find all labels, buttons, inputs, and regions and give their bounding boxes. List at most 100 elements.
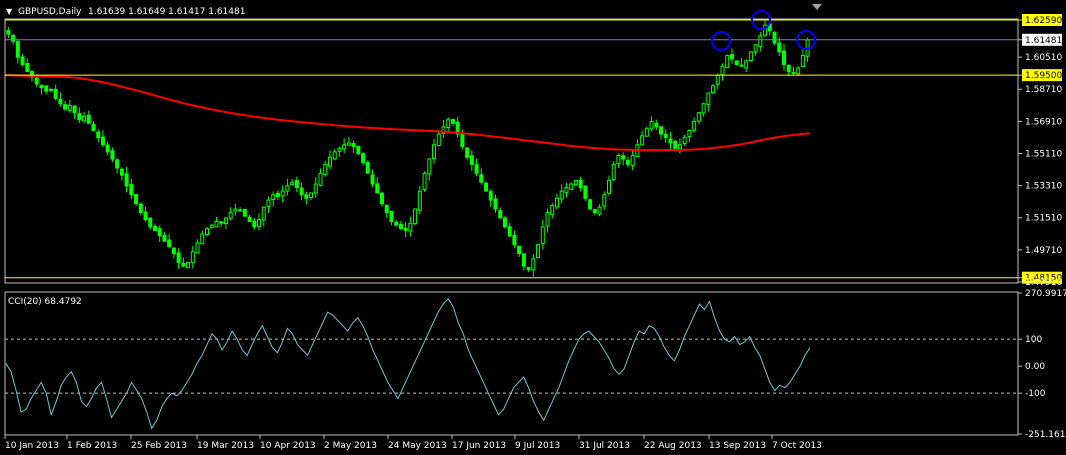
date-tick-label: 1 Feb 2013 <box>67 441 117 451</box>
candle-body <box>625 159 630 165</box>
candle-body <box>654 122 659 128</box>
candle-body <box>77 113 82 121</box>
candle-body <box>436 133 441 147</box>
candle-body <box>323 163 328 175</box>
date-tick-label: 19 Mar 2013 <box>197 441 254 451</box>
candle-body <box>275 192 280 198</box>
candle-body <box>517 245 522 255</box>
candle-body <box>696 112 701 122</box>
date-tick-label: 17 Jun 2013 <box>452 441 506 451</box>
candle-body <box>701 103 706 114</box>
candle-body <box>545 212 550 227</box>
ohlc-values: 1.61639 1.61649 1.61417 1.61481 <box>88 7 245 17</box>
cci-pane-frame <box>4 291 1019 436</box>
candle-body <box>346 142 351 146</box>
candle-body <box>309 192 314 199</box>
candle-body <box>465 147 470 158</box>
candle-body <box>327 156 332 167</box>
candle-body <box>616 154 621 164</box>
candle-body <box>427 158 432 175</box>
candle-body <box>271 194 276 200</box>
candle-body <box>100 136 105 146</box>
candle-body <box>711 85 716 94</box>
candle-body <box>219 221 224 224</box>
cci-line <box>5 297 811 430</box>
candle-body <box>621 155 626 160</box>
candle-body <box>25 62 30 73</box>
candle-body <box>200 233 205 245</box>
candle-body <box>134 194 139 205</box>
price-tick-label: 1.47910 <box>1025 278 1062 288</box>
candle-body <box>781 50 786 65</box>
candle-body <box>20 56 25 65</box>
main-pane-frame <box>4 18 1019 284</box>
date-axis: 10 Jan 2013 1 Feb 2013 25 Feb 2013 19 Mar 2… <box>4 435 822 451</box>
candle-body <box>398 223 403 230</box>
price-tick-label: 1.51510 <box>1025 214 1062 224</box>
candle-body <box>644 128 649 137</box>
candle-body <box>332 151 337 160</box>
candle-body <box>403 227 408 231</box>
candle-body <box>512 234 517 246</box>
dropdown-triangle-icon[interactable]: ▼ <box>6 7 13 16</box>
candle-body <box>725 55 730 69</box>
candle-body <box>479 174 484 183</box>
candle-body <box>82 115 87 122</box>
candle-body <box>115 159 120 169</box>
candle-body <box>677 144 682 150</box>
candle-body <box>389 210 394 222</box>
candle-body <box>607 179 611 194</box>
candle-body <box>550 204 555 215</box>
candle-body <box>370 174 375 185</box>
candle-body <box>290 181 295 186</box>
candle-body <box>91 123 96 131</box>
candle-body <box>294 180 299 189</box>
candle-body <box>186 262 191 269</box>
candle-body <box>573 179 578 186</box>
candle-body <box>209 224 214 229</box>
candle-body <box>337 147 342 152</box>
candle-body <box>692 121 697 131</box>
candle-body <box>280 190 285 197</box>
candle-body <box>446 119 451 128</box>
candle-body <box>540 226 545 244</box>
candle-body <box>602 194 607 207</box>
candle-body <box>748 51 753 61</box>
candle-body <box>318 172 323 186</box>
candle-body <box>432 144 437 160</box>
cci-layer: 270.9917 100 0.00 -100 -251.1611 <box>5 289 1066 440</box>
candle-body <box>157 228 162 237</box>
candle-body <box>536 244 541 259</box>
candle-body <box>34 77 39 85</box>
candle-body <box>474 164 479 174</box>
candle-body <box>729 54 734 60</box>
candle-body <box>460 133 465 148</box>
candle-body <box>304 194 309 199</box>
candle-body <box>252 220 257 228</box>
candle-body <box>148 217 153 228</box>
candle-body <box>578 179 583 189</box>
candle-body <box>214 220 219 228</box>
candle-body <box>138 203 143 214</box>
candle-body <box>559 190 564 200</box>
candle-body <box>682 137 687 144</box>
symbol-label: GBPUSD,Daily <box>18 7 82 17</box>
price-tick-label: 1.55110 <box>1025 149 1062 159</box>
date-tick-label: 7 Oct 2013 <box>772 441 822 451</box>
candle-body <box>488 191 493 201</box>
candle-body <box>668 138 673 144</box>
candle-body <box>583 185 588 199</box>
candle-body <box>67 104 72 111</box>
candle-body <box>6 30 11 35</box>
candle-body <box>588 199 593 210</box>
candle-body <box>720 65 725 76</box>
candle-body <box>299 187 304 196</box>
date-tick-label: 10 Jan 2013 <box>5 441 59 451</box>
peak-circle <box>711 31 731 51</box>
cci-tick-label: 270.9917 <box>1025 289 1066 299</box>
candle-body <box>53 88 58 99</box>
shift-marker-icon[interactable] <box>812 4 822 10</box>
candle-body <box>110 150 115 160</box>
candle-body <box>242 208 247 217</box>
candle-body <box>408 222 413 232</box>
